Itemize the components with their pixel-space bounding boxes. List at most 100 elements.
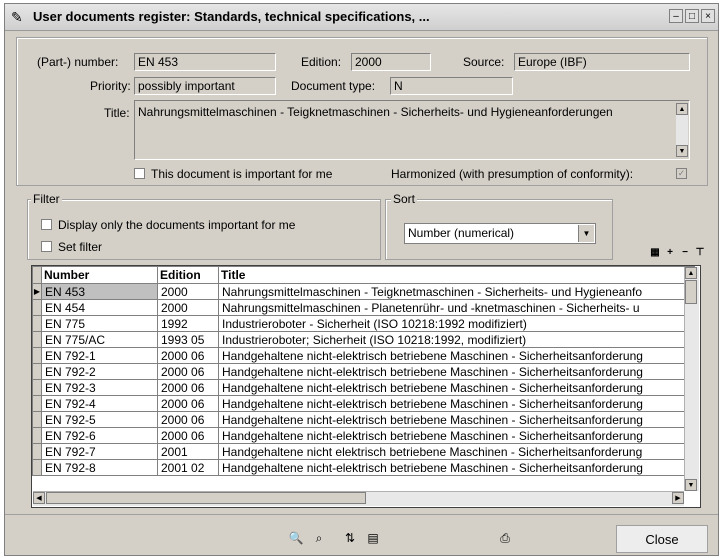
cell-number[interactable]: EN 775/AC <box>41 331 158 348</box>
only-important-checkbox[interactable] <box>41 219 52 230</box>
add-row-icon[interactable]: + <box>663 246 677 259</box>
title-scroll-down-icon[interactable]: ▼ <box>676 145 688 157</box>
cell-title[interactable]: Handgehaltene nicht-elektrisch betrieben… <box>218 411 695 428</box>
scroll-down-icon[interactable]: ▼ <box>685 479 697 491</box>
source-field[interactable]: Europe (IBF) <box>514 53 690 71</box>
column-header-title[interactable]: Title <box>218 266 695 284</box>
column-settings-icon[interactable]: ⊤ <box>693 246 707 259</box>
cell-number[interactable]: EN 454 <box>41 299 158 316</box>
table-row[interactable]: EN 454 2000 Nahrungsmittelmaschinen - Plan… <box>32 299 695 316</box>
column-header-edition[interactable]: Edition <box>157 266 219 284</box>
row-indicator[interactable] <box>32 395 42 412</box>
cell-number[interactable]: EN 775 <box>41 315 158 332</box>
cell-title[interactable]: Handgehaltene nicht-elektrisch betrieben… <box>218 347 695 364</box>
cell-title[interactable]: Industrieroboter - Sicherheit (ISO 10218… <box>218 315 695 332</box>
cell-edition[interactable]: 1993 05 <box>157 331 219 348</box>
edition-field[interactable]: 2000 <box>351 53 431 71</box>
find-next-icon[interactable]: ⌕ <box>308 527 330 549</box>
row-indicator[interactable] <box>32 331 42 348</box>
cell-title[interactable]: Nahrungsmittelmaschinen - Teigknetmaschi… <box>218 283 695 300</box>
remove-row-icon[interactable]: − <box>678 246 692 259</box>
cell-edition[interactable]: 2000 06 <box>157 379 219 396</box>
table-row[interactable]: EN 792-7 2001 Handgehaltene nicht elektris… <box>32 443 695 460</box>
cell-edition[interactable]: 2000 06 <box>157 411 219 428</box>
scroll-right-icon[interactable]: ▶ <box>672 492 684 504</box>
row-indicator[interactable] <box>32 379 42 396</box>
cell-number[interactable]: EN 792-2 <box>41 363 158 380</box>
cell-title[interactable]: Nahrungsmittelmaschinen - Planetenrühr- … <box>218 299 695 316</box>
cell-title[interactable]: Handgehaltene nicht-elektrisch betrieben… <box>218 363 695 380</box>
cell-title[interactable]: Handgehaltene nicht-elektrisch betrieben… <box>218 379 695 396</box>
cell-number[interactable]: EN 792-5 <box>41 411 158 428</box>
print-icon[interactable]: ⎙ <box>494 527 516 549</box>
scroll-left-icon[interactable]: ◀ <box>33 492 45 504</box>
horizontal-scroll-thumb[interactable] <box>46 492 366 504</box>
set-filter-checkbox[interactable] <box>41 241 52 252</box>
cell-title[interactable]: Handgehaltene nicht-elektrisch betrieben… <box>218 459 695 476</box>
cell-edition[interactable]: 1992 <box>157 315 219 332</box>
row-indicator[interactable] <box>32 411 42 428</box>
cell-title[interactable]: Industrieroboter; Sicherheit (ISO 10218:… <box>218 331 695 348</box>
title-scrollbar[interactable]: ▲ ▼ <box>676 103 688 157</box>
sort-select[interactable]: Number (numerical) ▼ <box>404 223 596 244</box>
cell-edition[interactable]: 2000 06 <box>157 347 219 364</box>
minimize-button[interactable]: – <box>669 9 683 23</box>
maximize-button[interactable]: □ <box>685 9 699 23</box>
cell-number[interactable]: EN 792-7 <box>41 443 158 460</box>
row-indicator[interactable] <box>32 299 42 316</box>
vertical-scroll-thumb[interactable] <box>685 280 697 304</box>
cell-title[interactable]: Handgehaltene nicht elektrisch betrieben… <box>218 443 695 460</box>
cell-edition[interactable]: 2000 <box>157 299 219 316</box>
row-indicator[interactable] <box>32 427 42 444</box>
table-row[interactable]: EN 792-5 2000 06 Handgehaltene nicht-elekt… <box>32 411 695 428</box>
table-row[interactable]: EN 792-8 2001 02 Handgehaltene nicht-elekt… <box>32 459 695 476</box>
row-indicator[interactable] <box>32 443 42 460</box>
row-indicator[interactable] <box>32 459 42 476</box>
export-icon[interactable]: ⇅ <box>339 527 361 549</box>
table-row[interactable]: EN 792-3 2000 06 Handgehaltene nicht-elekt… <box>32 379 695 396</box>
cell-title[interactable]: Handgehaltene nicht-elektrisch betrieben… <box>218 395 695 412</box>
table-row[interactable]: EN 792-2 2000 06 Handgehaltene nicht-elekt… <box>32 363 695 380</box>
table-row[interactable]: EN 775/AC 1993 05 Industrieroboter; Sicher… <box>32 331 695 348</box>
cell-edition[interactable]: 2000 <box>157 283 219 300</box>
harmonized-checkbox[interactable]: ✓ <box>676 168 687 179</box>
row-indicator[interactable] <box>32 315 42 332</box>
cell-number[interactable]: EN 792-6 <box>41 427 158 444</box>
priority-field[interactable]: possibly important <box>134 77 276 95</box>
table-row[interactable]: EN 775 1992 Industrieroboter - Sicherheit … <box>32 315 695 332</box>
chevron-down-icon[interactable]: ▼ <box>578 225 594 242</box>
part-number-field[interactable]: EN 453 <box>134 53 276 71</box>
table-row[interactable]: EN 792-6 2000 06 Handgehaltene nicht-elekt… <box>32 427 695 444</box>
title-field[interactable]: Nahrungsmittelmaschinen - Teigknetmaschi… <box>134 100 690 160</box>
scroll-up-icon[interactable]: ▲ <box>685 267 697 279</box>
close-button[interactable]: Close <box>616 525 708 553</box>
current-row-indicator-icon[interactable]: ▶ <box>32 283 42 300</box>
cell-edition[interactable]: 2001 02 <box>157 459 219 476</box>
find-icon[interactable]: 🔍 <box>285 527 307 549</box>
document-type-field[interactable]: N <box>390 77 513 95</box>
row-indicator[interactable] <box>32 363 42 380</box>
cell-number[interactable]: EN 792-3 <box>41 379 158 396</box>
title-scroll-up-icon[interactable]: ▲ <box>676 103 688 115</box>
cell-number[interactable]: EN 792-8 <box>41 459 158 476</box>
important-checkbox[interactable] <box>134 168 145 179</box>
cell-edition[interactable]: 2000 06 <box>157 395 219 412</box>
table-row[interactable]: EN 792-1 2000 06 Handgehaltene nicht-elekt… <box>32 347 695 364</box>
table-row[interactable]: ▶ EN 453 2000 Nahrungsmittelmaschinen - Tei… <box>32 283 695 300</box>
cell-number[interactable]: EN 792-4 <box>41 395 158 412</box>
cell-edition[interactable]: 2001 <box>157 443 219 460</box>
cell-number[interactable]: EN 453 <box>41 283 158 300</box>
cell-edition[interactable]: 2000 06 <box>157 363 219 380</box>
table-row[interactable]: EN 792-4 2000 06 Handgehaltene nicht-elekt… <box>32 395 695 412</box>
insert-row-icon[interactable]: ▦ <box>648 246 662 259</box>
close-window-button[interactable]: × <box>701 9 715 23</box>
table-vertical-scrollbar[interactable]: ▲ ▼ <box>684 267 699 491</box>
title-bar[interactable]: ✎ User documents register: Standards, te… <box>5 4 718 31</box>
row-indicator[interactable] <box>32 347 42 364</box>
column-header-number[interactable]: Number <box>41 266 158 284</box>
reference-icon[interactable]: ▤ <box>362 527 384 549</box>
cell-title[interactable]: Handgehaltene nicht-elektrisch betrieben… <box>218 427 695 444</box>
cell-edition[interactable]: 2000 06 <box>157 427 219 444</box>
table-horizontal-scrollbar[interactable]: ◀ ▶ <box>33 491 684 506</box>
cell-number[interactable]: EN 792-1 <box>41 347 158 364</box>
